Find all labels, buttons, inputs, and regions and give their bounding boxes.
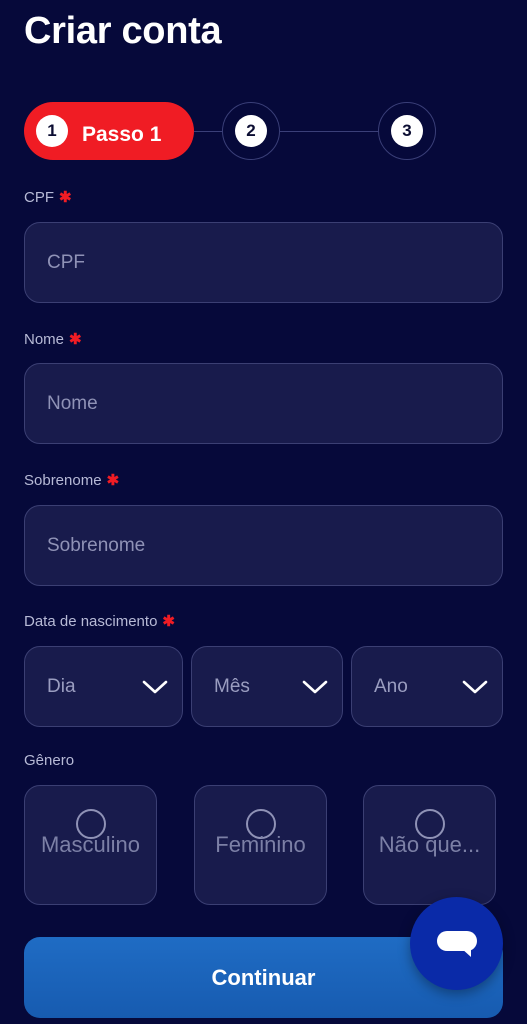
chevron-down-icon — [142, 680, 168, 693]
year-select[interactable]: Ano — [351, 646, 503, 727]
day-select[interactable]: Dia — [24, 646, 183, 727]
required-asterisk-icon: ✱ — [162, 613, 175, 630]
sobrenome-input[interactable] — [24, 505, 503, 586]
step-1-active: 1 Passo 1 — [24, 102, 194, 160]
gender-option-nao-quero[interactable]: Não que... — [363, 785, 496, 905]
step-label: Passo 1 — [82, 123, 162, 146]
chevron-down-icon — [462, 680, 488, 693]
required-asterisk-icon: ✱ — [69, 331, 82, 348]
step-number: 1 — [36, 115, 68, 147]
nome-label-text: Nome — [24, 331, 65, 348]
required-asterisk-icon: ✱ — [106, 472, 120, 489]
chat-bubble-icon — [436, 930, 477, 957]
year-select-value: Ano — [374, 675, 408, 697]
chevron-down-icon — [302, 680, 328, 693]
cpf-label: CPF ✱ — [24, 188, 72, 206]
month-select-value: Mês — [214, 675, 250, 697]
stepper-connector — [280, 131, 380, 132]
birthdate-label-text: Data de nascimento — [24, 613, 158, 630]
sobrenome-label: Sobrenome ✱ — [24, 471, 119, 489]
day-select-value: Dia — [47, 675, 76, 697]
required-asterisk-icon: ✱ — [59, 189, 72, 206]
page-title: Criar conta — [24, 10, 222, 52]
gender-option-label: Masculino — [40, 832, 141, 857]
gender-option-label: Feminino — [215, 832, 306, 857]
gender-option-feminino[interactable]: Feminino — [194, 785, 327, 905]
gender-option-masculino[interactable]: Masculino — [24, 785, 157, 905]
month-select[interactable]: Mês — [191, 646, 343, 727]
nome-input[interactable] — [24, 363, 503, 444]
step-3: 3 — [378, 102, 436, 160]
gender-label-text: Gênero — [24, 752, 75, 769]
nome-label: Nome ✱ — [24, 330, 82, 348]
birthdate-label: Data de nascimento ✱ — [24, 612, 175, 630]
step-number: 3 — [391, 115, 423, 147]
cpf-input[interactable] — [24, 222, 503, 303]
stepper: 1 Passo 1 2 3 — [24, 102, 444, 160]
chat-button[interactable] — [410, 897, 503, 990]
gender-label: Gênero — [24, 752, 74, 769]
gender-option-label: Não que... — [378, 832, 481, 857]
stepper-connector — [194, 131, 224, 132]
step-2: 2 — [222, 102, 280, 160]
sobrenome-label-text: Sobrenome — [24, 472, 102, 489]
cpf-label-text: CPF — [24, 189, 54, 206]
create-account-screen: Criar conta 1 Passo 1 2 3 CPF✱ Nome✱ Sob… — [0, 0, 527, 1024]
step-number: 2 — [235, 115, 267, 147]
